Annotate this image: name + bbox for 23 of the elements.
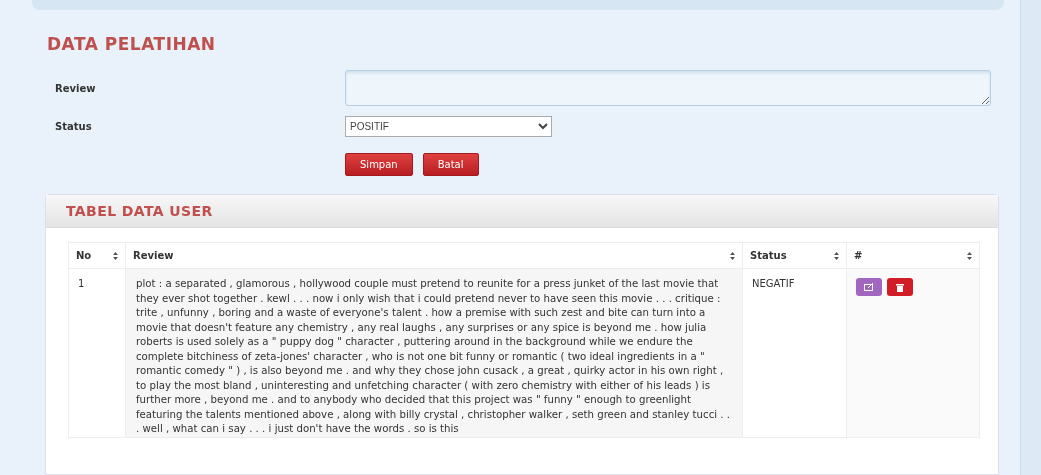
sort-icon[interactable] — [967, 251, 972, 260]
trash-icon — [896, 282, 904, 292]
column-header[interactable]: No — [68, 242, 126, 269]
table-cell: NEGATIF — [742, 268, 847, 437]
sort-icon[interactable] — [730, 251, 735, 260]
save-button[interactable]: Simpan — [345, 153, 413, 176]
column-header[interactable]: Status — [742, 242, 847, 269]
review-label: Review — [54, 82, 97, 94]
table-cell: 1 — [68, 268, 126, 437]
status-label: Status — [54, 121, 93, 132]
form-title: DATA PELATIHAN — [47, 34, 217, 54]
sort-icon[interactable] — [834, 251, 839, 260]
review-field[interactable] — [345, 70, 991, 106]
edit-button[interactable] — [856, 278, 882, 296]
review-cell: plot : a separated , glamorous , hollywood couple must pretend to reunite for a press junket of the last movie that they ever shot together . kewl . . . now i only wish that i could pretend never to have seen this movie . . . critique : trite , unfunny , boring and a waste of everyone's talent . how a premise with such zest and bite can turn into a movie that doesn't feature any chemistry , any real laughs , any surprises or any spice is beyond me . how julia roberts is used solely as a " puppy dog " character , puttering around in the background while we endure the complete bitchiness of zeta-jones' character , who is not one bit funny or romantic ( two ideal ingredients in a " romantic comedy " ) , is also beyond me . and why they chose john cusack , a great , quirky actor in his own right , to play the most bland , uninteresting and unfetching character ( with zero chemistry with either of his leads ) is further more , beyond me . and to anybody who decided that this project was " funny " enough to greenlight featuring the talents mentioned above , along with billy crystal , christopher walker , seth green and stanley tucci . . . well , what can i say . . . i just don't have the words . so is this — [125, 268, 743, 437]
status-dropdown[interactable]: POSITIF — [345, 116, 552, 137]
sort-icon[interactable] — [113, 251, 118, 260]
column-header[interactable]: # — [846, 242, 980, 269]
edit-icon — [864, 283, 874, 291]
cancel-button[interactable]: Batal — [422, 153, 479, 176]
delete-button[interactable] — [887, 278, 913, 296]
column-header[interactable]: Review — [125, 242, 743, 269]
panel-title: TABEL DATA USER — [46, 195, 998, 228]
